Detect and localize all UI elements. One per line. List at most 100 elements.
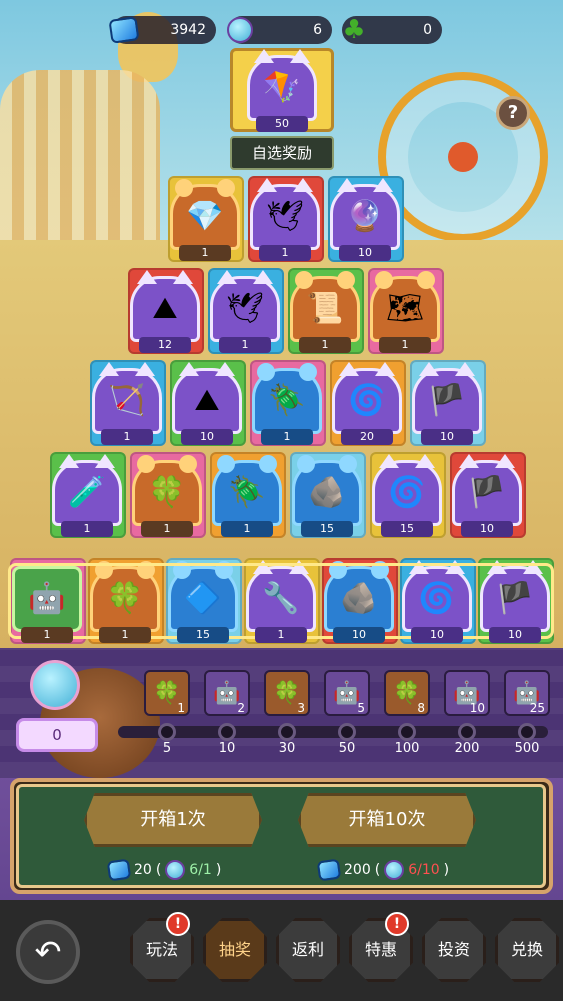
prize-item[interactable]: 🏹 1	[92, 362, 162, 445]
once-cost-close-paren: )	[215, 862, 222, 878]
milestone-reward[interactable]: 🍀 1	[144, 670, 190, 716]
alert-badge-icon: !	[166, 912, 190, 936]
milestone-reward[interactable]: 🤖 2	[204, 670, 250, 716]
prize-item[interactable]: 📜 1	[290, 271, 360, 353]
prize-item[interactable]: 🕊 1	[210, 270, 280, 353]
milestone-threshold: 30	[278, 741, 296, 756]
prize-item[interactable]: 🪨 15	[292, 455, 362, 537]
gem-icon	[106, 12, 142, 48]
sand-pile-icon: ⛰	[152, 291, 178, 326]
prize-item[interactable]: 🏴 10	[452, 454, 522, 537]
back-button[interactable]: ↶	[16, 920, 80, 984]
progress-track	[118, 726, 548, 738]
paper-crane-icon: 🕊	[265, 199, 305, 234]
prize-qty: 10	[489, 627, 541, 643]
prize-item[interactable]: ⛰ 12	[130, 270, 200, 353]
prize-qty: 20	[341, 429, 393, 445]
scroll-icon: 📜	[306, 291, 344, 326]
prize-item[interactable]: ⛰ 10	[172, 362, 242, 445]
prize-item[interactable]: 🪲 1	[252, 363, 322, 445]
clover-count: 0	[423, 22, 432, 38]
milestone-threshold: 200	[454, 741, 480, 756]
milestone-reward[interactable]: 🤖 25	[504, 670, 550, 716]
clover-icon: ♣	[342, 15, 366, 45]
prize-qty: 1	[259, 245, 311, 261]
prize-qty: 10	[333, 627, 385, 643]
draw-counter: 0	[16, 718, 98, 752]
prize-item[interactable]: 🏴 10	[412, 362, 482, 445]
crystal-icon: 🔷	[184, 581, 222, 616]
back-arrow-icon: ↶	[34, 933, 62, 971]
prize-item[interactable]: 🗺 1	[370, 271, 440, 353]
robot-icon	[222, 12, 258, 48]
prize-item[interactable]: 🍀 1	[132, 455, 202, 537]
ore-icon: 🪨	[340, 581, 378, 616]
robot-icon	[165, 860, 186, 880]
prize-item[interactable]: 🌀 20	[332, 362, 402, 445]
banner-icon: 🏴	[428, 383, 466, 418]
milestone-reward-qty: 5	[357, 701, 365, 715]
prize-qty: 10	[181, 429, 233, 445]
banner-icon: 🏴	[468, 475, 506, 510]
prize-item[interactable]: 🔮 10	[330, 178, 400, 261]
banner-icon: 🏴	[496, 581, 534, 616]
milestone-reward-qty: 10	[469, 701, 485, 715]
milestone-reward[interactable]: 🤖 10	[444, 670, 490, 716]
clover-icon: 🍀	[148, 475, 186, 510]
prize-item[interactable]: 🧪 1	[52, 454, 122, 537]
milestone-dot	[518, 723, 536, 741]
milestone-dot	[158, 723, 176, 741]
rune-icon: 🌀	[348, 383, 386, 418]
prize-qty: 1	[219, 337, 271, 353]
prize-item[interactable]: 🪲 1	[212, 455, 282, 537]
amulet-icon: 🔮	[346, 199, 384, 234]
wrench-icon: 🔧	[262, 581, 300, 616]
clover-counter: ♣ 0	[342, 16, 442, 44]
grand-prize-qty: 50	[256, 116, 308, 132]
grand-prize-slot[interactable]: 🪁 50	[230, 48, 334, 132]
robot-counter: 6	[227, 16, 332, 44]
open-ten-cost: 200 ( 6/10 )	[316, 858, 450, 882]
ten-gem-cost: 200	[344, 862, 371, 878]
ten-cost-close-paren: )	[443, 862, 450, 878]
ten-robot-cost: 6/10	[408, 862, 440, 878]
open-once-cost: 20 ( 6/1 )	[106, 858, 222, 882]
map-icon: 🗺	[385, 291, 425, 326]
milestone-reward[interactable]: 🤖 5	[324, 670, 370, 716]
robot-icon	[30, 660, 80, 710]
help-button[interactable]: ?	[496, 96, 530, 130]
prize-qty: 10	[461, 521, 513, 537]
milestone-threshold: 10	[218, 741, 236, 756]
potion-icon: 🧪	[68, 475, 106, 510]
open-once-button[interactable]: 开箱1次	[84, 793, 262, 847]
milestone-threshold: 100	[394, 741, 420, 756]
milestone-reward[interactable]: 🍀 3	[264, 670, 310, 716]
milestone-reward-qty: 3	[297, 701, 305, 715]
prize-qty: 1	[99, 627, 151, 643]
prize-qty: 1	[101, 429, 153, 445]
ten-cost-open-paren: (	[374, 862, 381, 878]
sand-pile-icon: ⛰	[194, 383, 220, 418]
once-gem-cost: 20	[134, 862, 152, 878]
milestone-dot	[338, 723, 356, 741]
robot-icon	[384, 860, 405, 880]
prize-item[interactable]: 🕊 1	[250, 178, 320, 261]
prize-item[interactable]: 💎 1	[170, 179, 240, 261]
milestone-reward[interactable]: 🍀 8	[384, 670, 430, 716]
prize-qty: 1	[179, 245, 231, 261]
gem-count: 3942	[170, 22, 206, 38]
choose-reward-button[interactable]: 自选奖励	[230, 136, 334, 170]
milestone-reward-qty: 2	[237, 701, 245, 715]
prize-item[interactable]: 🌀 15	[372, 454, 442, 537]
gem-icon	[316, 858, 342, 882]
prize-qty: 15	[301, 521, 353, 537]
prize-qty: 1	[255, 627, 307, 643]
prize-qty: 1	[261, 429, 313, 445]
alert-badge-icon: !	[385, 912, 409, 936]
prize-qty: 1	[141, 521, 193, 537]
open-ten-button[interactable]: 开箱10次	[298, 793, 476, 847]
prize-qty: 10	[411, 627, 463, 643]
milestone-threshold: 5	[162, 741, 172, 756]
prize-qty: 1	[61, 521, 113, 537]
robot-count: 6	[313, 22, 322, 38]
